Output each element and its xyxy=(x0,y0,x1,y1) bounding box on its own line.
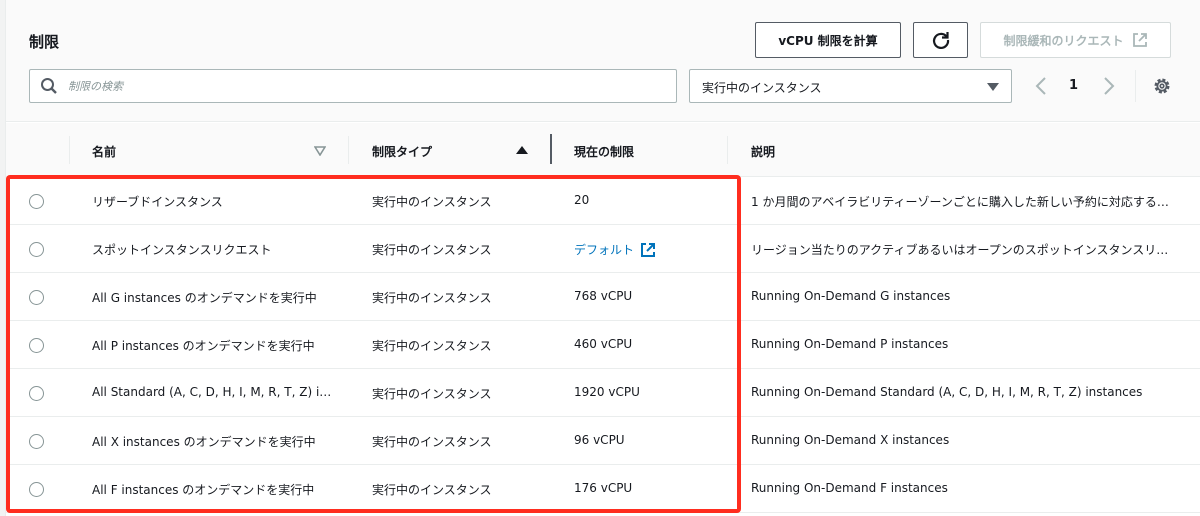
limit-description: Running On-Demand Standard (A, C, D, H, … xyxy=(751,385,1143,399)
column-separator xyxy=(69,136,70,164)
chevron-left-icon[interactable] xyxy=(1035,76,1047,96)
row-select-radio[interactable] xyxy=(29,290,44,305)
table-row[interactable]: All X instances のオンデマンドを実行中 実行中のインスタンス 9… xyxy=(6,417,1200,465)
refresh-button[interactable] xyxy=(913,22,968,58)
table-row[interactable]: スポットインスタンスリクエスト 実行中のインスタンス デフォルト リージョン当た… xyxy=(6,225,1200,273)
current-limit: 460 vCPU xyxy=(574,337,633,351)
limit-type: 実行中のインスタンス xyxy=(372,435,492,449)
refresh-icon xyxy=(932,32,949,49)
row-select-radio[interactable] xyxy=(29,386,44,401)
table-row[interactable]: All P instances のオンデマンドを実行中 実行中のインスタンス 4… xyxy=(6,321,1200,369)
limit-name: スポットインスタンスリクエスト xyxy=(92,243,272,257)
limit-name: リザーブドインスタンス xyxy=(92,195,223,209)
limit-description: Running On-Demand F instances xyxy=(751,481,948,495)
column-header-type[interactable]: 制限タイプ xyxy=(372,143,432,160)
current-limit: 176 vCPU xyxy=(574,481,633,495)
limit-name: All X instances のオンデマンドを実行中 xyxy=(92,435,316,449)
current-limit: 20 xyxy=(574,193,590,207)
row-select-radio[interactable] xyxy=(29,194,44,209)
limit-type: 実行中のインスタンス xyxy=(372,195,492,209)
limit-description: 1 か月間のアベイラビリティーゾーンごとに購入した新しい予約に対応する… xyxy=(751,195,1169,209)
table-row[interactable]: All G instances のオンデマンドを実行中 実行中のインスタンス 7… xyxy=(6,273,1200,321)
limit-type: 実行中のインスタンス xyxy=(372,483,492,497)
limit-description: Running On-Demand P instances xyxy=(751,337,949,351)
column-header-name[interactable]: 名前 xyxy=(92,143,116,160)
current-limit: デフォルト xyxy=(574,241,724,258)
table-header: 名前 制限タイプ 現在の制限 説明 xyxy=(6,123,1200,177)
external-link-icon[interactable] xyxy=(640,242,656,258)
current-limit: 96 vCPU xyxy=(574,433,625,447)
limit-name: All G instances のオンデマンドを実行中 xyxy=(92,291,317,305)
limit-type: 実行中のインスタンス xyxy=(372,339,492,353)
row-select-radio[interactable] xyxy=(29,242,44,257)
current-limit: 768 vCPU xyxy=(574,289,633,303)
limit-description: Running On-Demand X instances xyxy=(751,433,950,447)
search-field[interactable] xyxy=(29,69,677,103)
limit-name: All F instances のオンデマンドを実行中 xyxy=(92,483,315,497)
limit-type: 実行中のインスタンス xyxy=(372,387,492,401)
current-page-number[interactable]: 1 xyxy=(1069,78,1078,93)
column-header-current-limit[interactable]: 現在の制限 xyxy=(574,143,634,160)
row-select-radio[interactable] xyxy=(29,482,44,497)
sort-descending-icon[interactable] xyxy=(314,146,326,156)
row-select-radio[interactable] xyxy=(29,338,44,353)
limit-type: 実行中のインスタンス xyxy=(372,243,492,257)
limits-header: 制限 vCPU 制限を計算 制限緩和のリクエスト 実行中のインスタンス xyxy=(6,0,1200,122)
request-limit-increase-label: 制限緩和のリクエスト xyxy=(1003,33,1124,48)
calculate-vcpu-limit-button[interactable]: vCPU 制限を計算 xyxy=(755,22,901,58)
gear-icon[interactable] xyxy=(1152,76,1172,96)
default-limit-link[interactable]: デフォルト xyxy=(574,241,634,258)
chevron-right-icon[interactable] xyxy=(1103,76,1115,96)
limit-type: 実行中のインスタンス xyxy=(372,291,492,305)
page-title: 制限 xyxy=(29,33,60,51)
current-limit: 1920 vCPU xyxy=(574,385,640,399)
request-limit-increase-button[interactable]: 制限緩和のリクエスト xyxy=(980,22,1171,58)
limit-description: リージョン当たりのアクティブあるいはオープンのスポットインスタンスリ… xyxy=(751,243,1169,257)
limit-name: All Standard (A, C, D, H, I, M, R, T, Z)… xyxy=(92,385,332,399)
table-row[interactable]: リザーブドインスタンス 実行中のインスタンス 20 1 か月間のアベイラビリティ… xyxy=(6,177,1200,225)
limit-type-select-value: 実行中のインスタンス xyxy=(702,81,822,95)
limit-name: All P instances のオンデマンドを実行中 xyxy=(92,339,315,353)
external-link-icon xyxy=(1132,33,1147,47)
limit-description: Running On-Demand G instances xyxy=(751,289,951,303)
column-separator xyxy=(348,136,349,164)
column-resize-handle[interactable] xyxy=(550,134,552,164)
search-icon xyxy=(41,78,57,94)
pager-divider xyxy=(1135,70,1136,102)
table-row[interactable]: All Standard (A, C, D, H, I, M, R, T, Z)… xyxy=(6,369,1200,417)
search-input[interactable] xyxy=(68,76,668,96)
sort-ascending-icon[interactable] xyxy=(516,146,528,154)
caret-down-icon xyxy=(987,83,999,91)
limits-panel: 制限 vCPU 制限を計算 制限緩和のリクエスト 実行中のインスタンス xyxy=(5,0,1200,516)
limit-type-select[interactable]: 実行中のインスタンス xyxy=(689,69,1012,103)
table-row[interactable]: All F instances のオンデマンドを実行中 実行中のインスタンス 1… xyxy=(6,465,1200,513)
column-header-description[interactable]: 説明 xyxy=(751,143,775,160)
column-separator xyxy=(727,136,728,164)
row-select-radio[interactable] xyxy=(29,434,44,449)
